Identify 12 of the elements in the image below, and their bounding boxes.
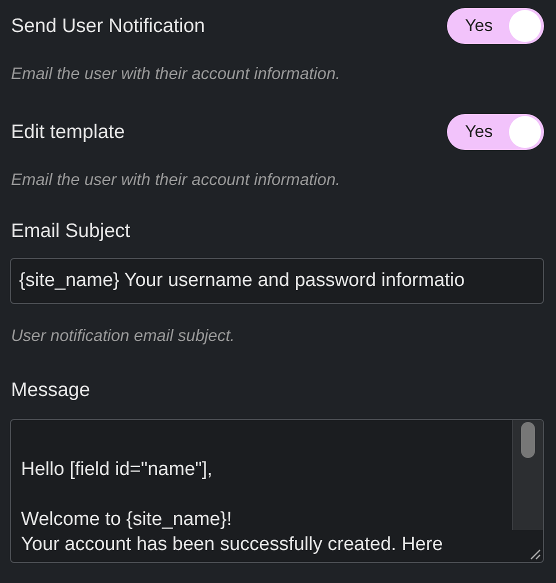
toggle-switch[interactable]: Yes [447,114,544,150]
message-textarea[interactable]: Hello [field id="name"], Welcome to {site_name}! Your account has been successfully created. Here [10,419,544,563]
field-label: Edit template [11,120,125,144]
toggle-switch[interactable]: Yes [447,8,544,44]
field-description: Email the user with their account information. [11,171,342,190]
subject-input[interactable]: {site_name} Your username and password informatio [10,258,544,304]
scrollbar[interactable] [512,420,543,530]
field-description: User notification email subject. [11,327,236,346]
field-label: Send User Notification [11,14,206,38]
field-label: Email Subject [11,220,130,242]
field-description: Email the user with their account information. [11,65,342,84]
field-label: Message [11,378,90,402]
